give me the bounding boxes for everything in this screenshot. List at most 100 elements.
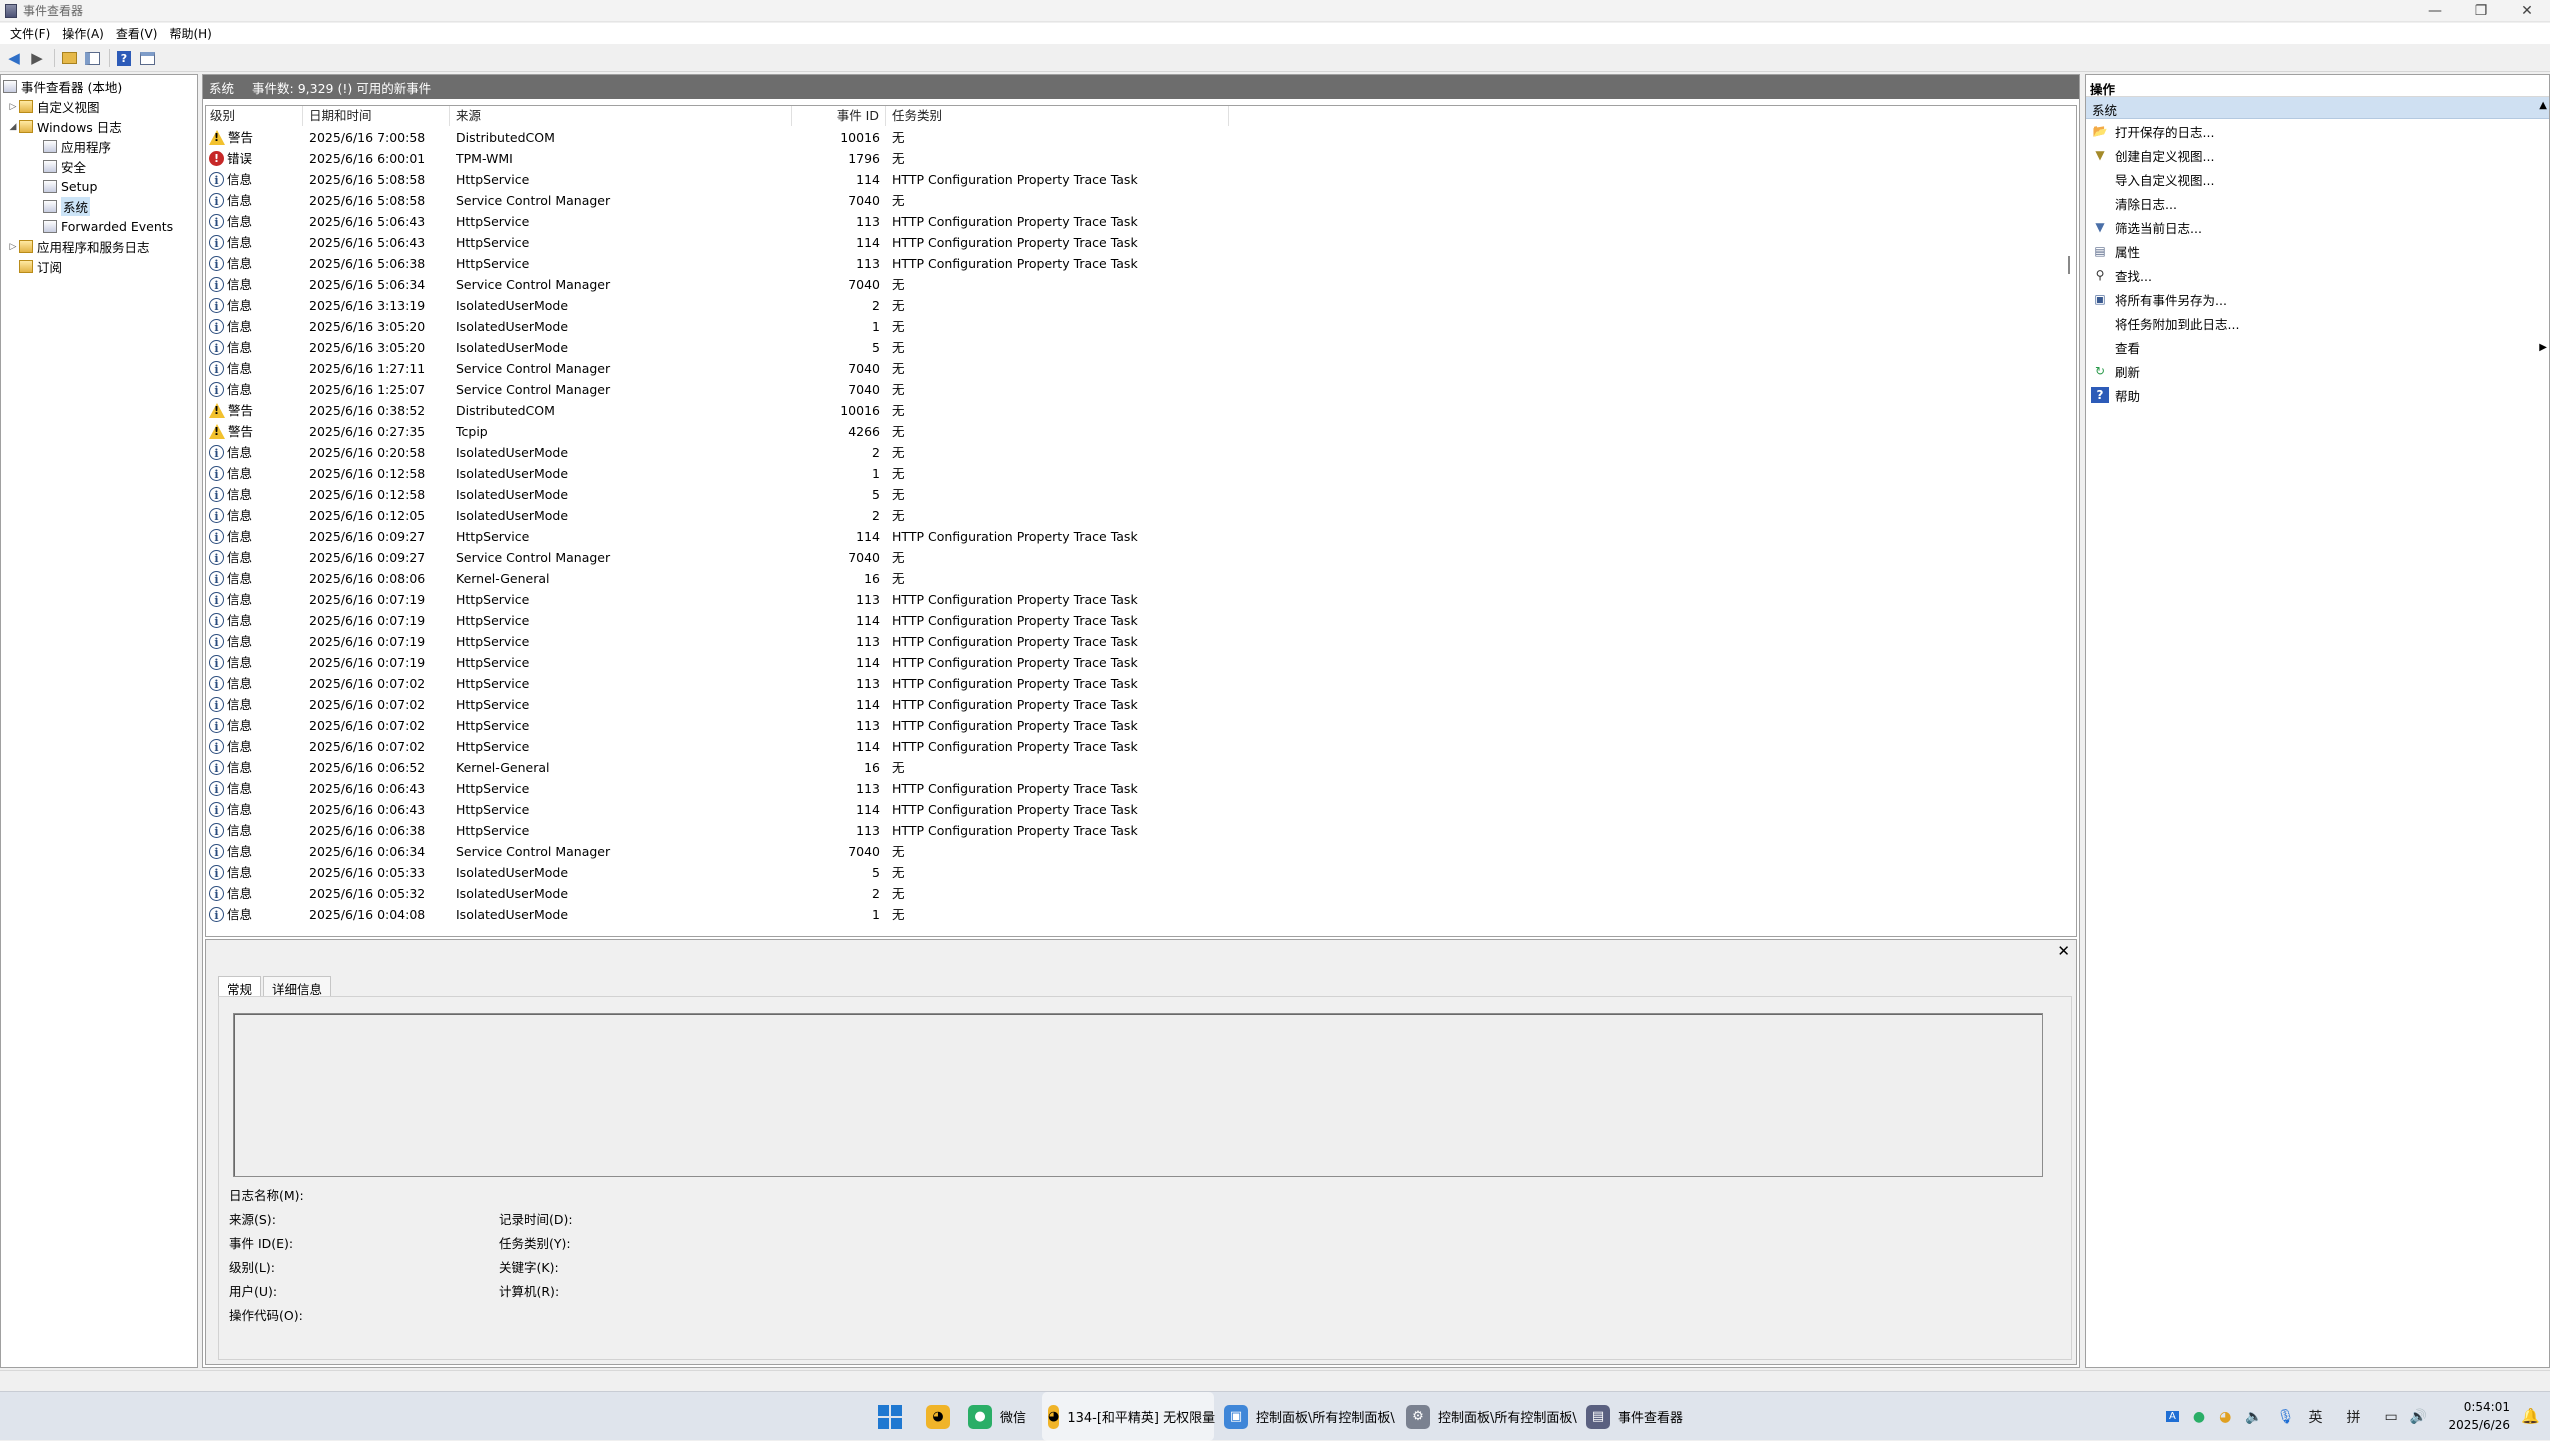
- game-tray-icon[interactable]: ◕: [2219, 1409, 2231, 1425]
- table-row[interactable]: ! 警告 2025/6/16 7:00:58 DistributedCOM 10016 无: [206, 127, 2056, 148]
- up-folder-icon[interactable]: [59, 48, 79, 68]
- table-row[interactable]: i 信息 2025/6/16 0:07:19 HttpService 113 HTTP C…: [206, 589, 2056, 610]
- minimize-button[interactable]: —: [2412, 0, 2458, 22]
- table-row[interactable]: ! 警告 2025/6/16 0:27:35 Tcpip 4266 无: [206, 421, 2056, 442]
- tree-item-system[interactable]: 系统: [43, 197, 91, 216]
- table-row[interactable]: i 信息 2025/6/16 3:13:19 IsolatedUserMode 2 无: [206, 295, 2056, 316]
- table-row[interactable]: i 信息 2025/6/16 0:06:38 HttpService 113 HTTP C…: [206, 820, 2056, 841]
- table-row[interactable]: i 信息 2025/6/16 0:07:19 HttpService 114 HTTP C…: [206, 610, 2056, 631]
- speaker-icon[interactable]: 🔈: [2245, 1409, 2262, 1425]
- network-icon[interactable]: ▭: [2385, 1409, 2398, 1425]
- table-row[interactable]: i 信息 2025/6/16 0:06:43 HttpService 113 HTTP C…: [206, 778, 2056, 799]
- volume-icon[interactable]: 🔊: [2410, 1409, 2427, 1425]
- action-item[interactable]: ⚲ 查找...: [2086, 263, 2549, 287]
- table-row[interactable]: i 信息 2025/6/16 0:12:05 IsolatedUserMode 2 无: [206, 505, 2056, 526]
- tree-item-security[interactable]: 安全: [43, 157, 86, 176]
- scrollbar-thumb[interactable]: [2068, 256, 2070, 274]
- table-row[interactable]: i 信息 2025/6/16 0:05:33 IsolatedUserMode 5 无: [206, 862, 2056, 883]
- clock[interactable]: 0:54:01 2025/6/26: [2448, 1398, 2510, 1434]
- table-row[interactable]: i 信息 2025/6/16 5:08:58 Service Control Mana…: [206, 190, 2056, 211]
- show-hide-tree-icon[interactable]: [82, 48, 102, 68]
- action-item[interactable]: ▤ 属性: [2086, 239, 2549, 263]
- table-row[interactable]: i 信息 2025/6/16 0:09:27 Service Control Mana…: [206, 547, 2056, 568]
- tree-subscriptions[interactable]: 订阅: [19, 257, 62, 276]
- actions-section-system[interactable]: 系统 ▲: [2086, 97, 2549, 119]
- table-row[interactable]: i 信息 2025/6/16 0:06:52 Kernel-General 16 无: [206, 757, 2056, 778]
- table-row[interactable]: i 信息 2025/6/16 5:06:38 HttpService 113 HTTP C…: [206, 253, 2056, 274]
- menu-view[interactable]: 查看(V): [110, 25, 164, 42]
- close-window-button[interactable]: ✕: [2504, 0, 2550, 22]
- table-row[interactable]: i 信息 2025/6/16 1:25:07 Service Control Mana…: [206, 379, 2056, 400]
- event-description-box[interactable]: [233, 1013, 2043, 1177]
- tree-item-forwarded-events[interactable]: Forwarded Events: [43, 217, 173, 236]
- table-row[interactable]: i 信息 2025/6/16 5:08:58 HttpService 114 HTTP C…: [206, 169, 2056, 190]
- table-row[interactable]: i 信息 2025/6/16 0:12:58 IsolatedUserMode 5 无: [206, 484, 2056, 505]
- column-header-level[interactable]: 级别: [206, 106, 303, 126]
- chevron-down-icon[interactable]: ◢: [7, 122, 19, 132]
- table-row[interactable]: i 信息 2025/6/16 0:04:08 IsolatedUserMode 1 无: [206, 904, 2056, 925]
- taskbar-app-game-pinned[interactable]: ◕: [926, 1392, 958, 1441]
- action-item[interactable]: 📂 打开保存的日志...: [2086, 119, 2549, 143]
- action-item[interactable]: ↻ 刷新: [2086, 359, 2549, 383]
- table-row[interactable]: i 信息 2025/6/16 3:05:20 IsolatedUserMode 5 无: [206, 337, 2056, 358]
- table-row[interactable]: i 信息 2025/6/16 0:07:02 HttpService 114 HTTP C…: [206, 694, 2056, 715]
- tree-item-application[interactable]: 应用程序: [43, 137, 111, 156]
- action-item[interactable]: 导入自定义视图...: [2086, 167, 2549, 191]
- chevron-right-icon[interactable]: ▷: [7, 102, 19, 112]
- table-row[interactable]: i 信息 2025/6/16 5:06:43 HttpService 114 HTTP C…: [206, 232, 2056, 253]
- table-row[interactable]: i 信息 2025/6/16 1:27:11 Service Control Mana…: [206, 358, 2056, 379]
- menu-file[interactable]: 文件(F): [4, 25, 56, 42]
- tree-root[interactable]: 事件查看器 (本地): [3, 77, 122, 96]
- action-item[interactable]: ▼ 筛选当前日志...: [2086, 215, 2549, 239]
- table-row[interactable]: i 信息 2025/6/16 5:06:34 Service Control Mana…: [206, 274, 2056, 295]
- table-row[interactable]: i 信息 2025/6/16 0:20:58 IsolatedUserMode 2 无: [206, 442, 2056, 463]
- tree-item-setup[interactable]: Setup: [43, 177, 97, 196]
- table-row[interactable]: i 信息 2025/6/16 3:05:20 IsolatedUserMode 1 无: [206, 316, 2056, 337]
- tree-app-services-logs[interactable]: ▷ 应用程序和服务日志: [7, 237, 150, 256]
- ime-mode[interactable]: 拼: [2347, 1407, 2361, 1427]
- microphone-icon[interactable]: 🎙: [2277, 1409, 2295, 1425]
- column-header-datetime[interactable]: 日期和时间: [303, 106, 450, 126]
- vertical-scrollbar[interactable]: [2062, 106, 2076, 936]
- tree-custom-views[interactable]: ▷ 自定义视图: [7, 97, 100, 116]
- back-arrow-icon[interactable]: ◀: [4, 48, 24, 68]
- notification-bell-icon[interactable]: 🔔: [2521, 1407, 2540, 1425]
- column-header-source[interactable]: 来源: [450, 106, 792, 126]
- table-row[interactable]: i 信息 2025/6/16 0:07:02 HttpService 113 HTTP C…: [206, 715, 2056, 736]
- table-row[interactable]: i 信息 2025/6/16 0:07:19 HttpService 114 HTTP C…: [206, 652, 2056, 673]
- action-item[interactable]: 将任务附加到此日志...: [2086, 311, 2549, 335]
- start-button[interactable]: [878, 1392, 902, 1441]
- help-icon[interactable]: ?: [114, 48, 134, 68]
- restore-button[interactable]: ❐: [2458, 0, 2504, 22]
- wechat-tray-icon[interactable]: ●: [2193, 1409, 2205, 1425]
- table-row[interactable]: i 信息 2025/6/16 0:07:02 HttpService 114 HTTP C…: [206, 736, 2056, 757]
- menu-action[interactable]: 操作(A): [56, 25, 110, 42]
- table-row[interactable]: i 信息 2025/6/16 5:06:43 HttpService 113 HTTP C…: [206, 211, 2056, 232]
- table-row[interactable]: i 信息 2025/6/16 0:05:32 IsolatedUserMode 2 无: [206, 883, 2056, 904]
- table-row[interactable]: ! 错误 2025/6/16 6:00:01 TPM-WMI 1796 无: [206, 148, 2056, 169]
- table-row[interactable]: i 信息 2025/6/16 0:07:19 HttpService 113 HTTP C…: [206, 631, 2056, 652]
- action-item[interactable]: 查看 ▶: [2086, 335, 2549, 359]
- action-item[interactable]: ? 帮助: [2086, 383, 2549, 407]
- chevron-right-icon[interactable]: ▷: [7, 242, 19, 252]
- table-row[interactable]: i 信息 2025/6/16 0:06:34 Service Control Mana…: [206, 841, 2056, 862]
- action-item[interactable]: ▣ 将所有事件另存为...: [2086, 287, 2549, 311]
- table-row[interactable]: i 信息 2025/6/16 0:07:02 HttpService 113 HTTP C…: [206, 673, 2056, 694]
- table-row[interactable]: i 信息 2025/6/16 0:08:06 Kernel-General 16 无: [206, 568, 2056, 589]
- tray-app-icon[interactable]: A: [2166, 1411, 2179, 1422]
- action-item[interactable]: ▼ 创建自定义视图...: [2086, 143, 2549, 167]
- tree-windows-logs[interactable]: ◢ Windows 日志: [7, 117, 122, 136]
- table-row[interactable]: i 信息 2025/6/16 0:12:58 IsolatedUserMode 1 无: [206, 463, 2056, 484]
- table-row[interactable]: i 信息 2025/6/16 0:09:27 HttpService 114 HTTP C…: [206, 526, 2056, 547]
- collapse-up-icon[interactable]: ▲: [2539, 100, 2547, 111]
- menu-help[interactable]: 帮助(H): [163, 25, 217, 42]
- taskbar-app-event-viewer[interactable]: ▤ 事件查看器: [1586, 1392, 1683, 1441]
- table-row[interactable]: ! 警告 2025/6/16 0:38:52 DistributedCOM 10016 无: [206, 400, 2056, 421]
- taskbar-app-control-panel-1[interactable]: ▣ 控制面板\所有控制面板\: [1224, 1392, 1395, 1441]
- column-header-task[interactable]: 任务类别: [886, 106, 1229, 126]
- show-hide-action-pane-icon[interactable]: [137, 48, 157, 68]
- taskbar-app-game[interactable]: ◕ 134-[和平精英] 无权限量: [1042, 1392, 1215, 1441]
- action-item[interactable]: 清除日志...: [2086, 191, 2549, 215]
- taskbar-app-wechat[interactable]: ● 微信: [968, 1392, 1026, 1441]
- forward-arrow-icon[interactable]: ▶: [27, 48, 47, 68]
